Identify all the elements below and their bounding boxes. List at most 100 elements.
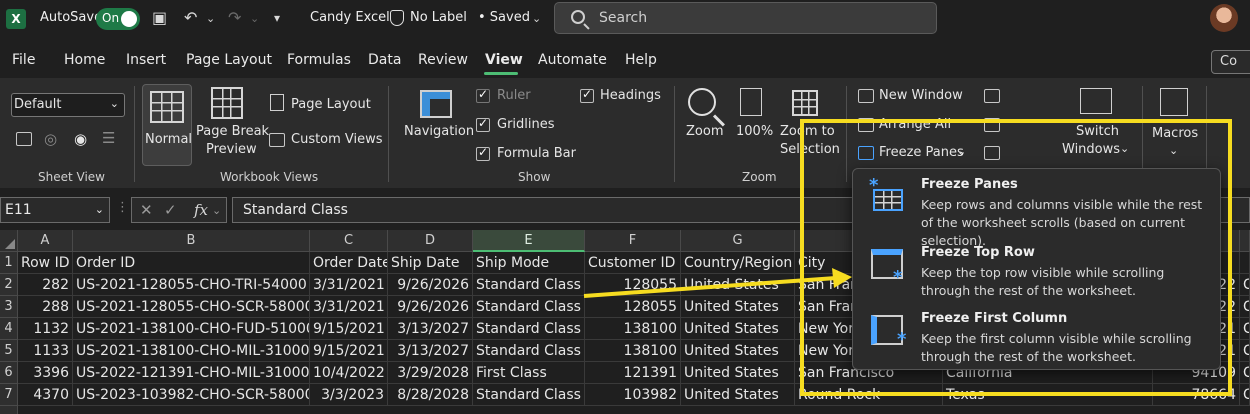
- formula-chevron-icon[interactable]: ⌄: [212, 204, 221, 217]
- table-cell[interactable]: 288: [18, 296, 73, 318]
- table-cell[interactable]: United States: [681, 274, 795, 296]
- macros-icon[interactable]: [1160, 88, 1188, 116]
- table-cell[interactable]: US-2022-121391-CHO-MIL-31000: [73, 362, 310, 384]
- table-cell[interactable]: 3/13/2027: [388, 318, 473, 340]
- sheet-view-select[interactable]: Default ⌄: [11, 93, 125, 117]
- menu-item-freeze-first-column[interactable]: * Freeze First Column Keep the first col…: [853, 305, 1220, 369]
- row-header[interactable]: 6: [0, 362, 18, 384]
- table-cell[interactable]: Ship Mode: [473, 252, 585, 274]
- table-cell[interactable]: Ship Date: [388, 252, 473, 274]
- arrange-all-icon[interactable]: [858, 118, 874, 132]
- table-cell[interactable]: Round Rock: [795, 384, 943, 406]
- tab-home[interactable]: Home: [64, 52, 105, 68]
- table-cell[interactable]: 9/15/2021: [310, 318, 388, 340]
- row-header[interactable]: 7: [0, 384, 18, 406]
- sensitivity-shield-icon[interactable]: [390, 10, 404, 26]
- table-cell[interactable]: 10/4/2022: [310, 362, 388, 384]
- switch-windows-chevron-icon[interactable]: ⌄: [1120, 142, 1129, 155]
- column-header[interactable]: C: [310, 230, 388, 252]
- column-header[interactable]: A: [18, 230, 73, 252]
- column-header[interactable]: B: [73, 230, 310, 252]
- page-break-label-1[interactable]: Page Break: [196, 124, 269, 139]
- gridlines-checkbox[interactable]: [476, 116, 490, 132]
- redo-icon[interactable]: ↷: [228, 8, 241, 27]
- comments-button[interactable]: Co: [1211, 50, 1250, 74]
- column-header[interactable]: G: [681, 230, 795, 252]
- zoom-selection-label-2[interactable]: Selection: [780, 142, 840, 157]
- table-cell[interactable]: 3/31/2021: [310, 274, 388, 296]
- undo-dropdown-icon[interactable]: ⌄: [206, 12, 215, 25]
- search-box[interactable]: Search: [554, 2, 937, 34]
- table-cell[interactable]: US-2021-128055-CHO-SCR-58000: [73, 296, 310, 318]
- arrange-all-label[interactable]: Arrange All: [879, 117, 951, 132]
- custom-views-label[interactable]: Custom Views: [291, 132, 383, 147]
- table-cell[interactable]: US-2023-103982-CHO-SCR-58000: [73, 384, 310, 406]
- autosave-toggle[interactable]: On: [96, 8, 140, 30]
- table-cell[interactable]: United States: [681, 318, 795, 340]
- normal-view-button[interactable]: Normal: [142, 84, 192, 166]
- new-view-icon[interactable]: ◉: [74, 130, 87, 148]
- new-window-label[interactable]: New Window: [879, 88, 963, 103]
- headings-checkbox[interactable]: [580, 87, 594, 103]
- redo-dropdown-icon[interactable]: ⌄: [250, 12, 259, 25]
- zoom-label[interactable]: Zoom: [686, 124, 723, 139]
- row-header[interactable]: [0, 406, 18, 414]
- row-header[interactable]: 5: [0, 340, 18, 362]
- table-cell[interactable]: 103982: [585, 384, 681, 406]
- table-cell[interactable]: 3/13/2027: [388, 340, 473, 362]
- column-header[interactable]: F: [585, 230, 681, 252]
- table-cell[interactable]: Standard Class: [473, 340, 585, 362]
- tab-review[interactable]: Review: [418, 52, 468, 68]
- select-all-corner[interactable]: [0, 230, 18, 252]
- table-cell[interactable]: 9/15/2021: [310, 340, 388, 362]
- table-cell[interactable]: Standard Class: [473, 318, 585, 340]
- table-cell[interactable]: 3396: [18, 362, 73, 384]
- row-header[interactable]: 1: [0, 252, 18, 274]
- ruler-checkbox[interactable]: [476, 87, 490, 103]
- table-cell[interactable]: Order ID: [73, 252, 310, 274]
- tab-insert[interactable]: Insert: [126, 52, 166, 68]
- zoom-icon[interactable]: [688, 88, 716, 116]
- table-cell[interactable]: 78664: [1153, 384, 1240, 406]
- insert-function-icon[interactable]: fx: [194, 201, 208, 219]
- table-cell[interactable]: 8/28/2028: [388, 384, 473, 406]
- row-header[interactable]: 4: [0, 318, 18, 340]
- table-cell[interactable]: 9/26/2026: [388, 274, 473, 296]
- menu-item-freeze-top-row[interactable]: * Freeze Top Row Keep the top row visibl…: [853, 239, 1220, 303]
- macros-label[interactable]: Macros: [1152, 126, 1198, 141]
- table-cell[interactable]: 3/3/2023: [310, 384, 388, 406]
- new-window-icon[interactable]: [858, 89, 874, 103]
- hide-icon[interactable]: [984, 118, 1000, 132]
- zoom-100-icon[interactable]: [740, 88, 762, 116]
- tab-automate[interactable]: Automate: [538, 52, 607, 68]
- customize-toolbar-icon[interactable]: ▾: [274, 11, 280, 25]
- table-cell[interactable]: 138100: [585, 340, 681, 362]
- page-break-icon[interactable]: [211, 87, 243, 119]
- switch-windows-label-1[interactable]: Switch: [1076, 124, 1119, 139]
- navigation-icon[interactable]: [420, 90, 452, 118]
- table-cell[interactable]: C: [1240, 274, 1250, 296]
- keep-sheet-view-icon[interactable]: [16, 132, 32, 146]
- table-cell[interactable]: Customer ID: [585, 252, 681, 274]
- cancel-icon[interactable]: ✕: [140, 201, 153, 219]
- split-icon[interactable]: [984, 89, 1000, 103]
- custom-views-icon[interactable]: [269, 133, 285, 147]
- table-cell[interactable]: First Class: [473, 362, 585, 384]
- page-layout-label[interactable]: Page Layout: [291, 97, 371, 112]
- table-cell[interactable]: US-2021-138100-CHO-FUD-51000: [73, 318, 310, 340]
- table-cell[interactable]: 282: [18, 274, 73, 296]
- table-cell[interactable]: Order Date: [310, 252, 388, 274]
- saved-chevron-icon[interactable]: ⌄: [532, 12, 541, 25]
- switch-windows-icon[interactable]: [1080, 88, 1112, 114]
- table-cell[interactable]: C: [1240, 296, 1250, 318]
- column-header[interactable]: [1240, 230, 1250, 252]
- table-cell[interactable]: Standard Class: [473, 274, 585, 296]
- options-list-icon[interactable]: ☰: [102, 129, 115, 147]
- undo-icon[interactable]: ↶: [184, 8, 197, 27]
- save-icon[interactable]: ▣: [152, 8, 167, 27]
- table-cell[interactable]: United States: [681, 296, 795, 318]
- exit-view-icon[interactable]: ◎: [44, 130, 57, 148]
- tab-formulas[interactable]: Formulas: [287, 52, 351, 68]
- page-break-label-2[interactable]: Preview: [206, 142, 257, 157]
- table-cell[interactable]: United States: [681, 362, 795, 384]
